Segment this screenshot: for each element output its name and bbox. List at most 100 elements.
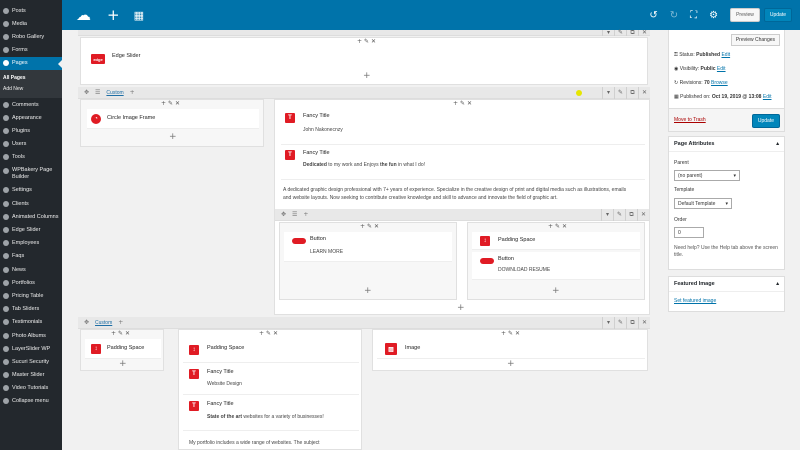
move-to-trash-link[interactable]: Move to Trash <box>674 117 706 123</box>
element-edge-slider[interactable]: edge Edge Slider <box>87 50 641 68</box>
row-delete-icon[interactable]: ✕ <box>638 86 650 99</box>
sidebar-item-collapse-menu[interactable]: Collapse menu <box>0 395 62 408</box>
column-controls[interactable]: +✎✕ <box>161 100 182 107</box>
add-element-plus-icon[interactable]: + <box>364 287 372 296</box>
page-attributes-header[interactable]: Page Attributes ▴ <box>669 137 784 152</box>
sidebar-item-pages[interactable]: Pages <box>0 56 62 70</box>
drag-handle-icon[interactable]: ✥ <box>84 89 89 96</box>
column-controls[interactable]: +✎✕ <box>453 100 474 107</box>
preview-changes-button[interactable]: Preview Changes <box>730 34 780 46</box>
sidebar-item-portfolios[interactable]: Portfolios <box>0 276 62 289</box>
row-delete-icon[interactable]: ✕ <box>638 316 650 329</box>
add-element-plus-icon[interactable]: + <box>507 360 515 369</box>
sidebar-item-layerslider-wp[interactable]: LayerSlider WP <box>0 342 62 355</box>
template-select[interactable]: Default Template ▾ <box>674 198 732 209</box>
sidebar-item-forms[interactable]: Forms <box>0 44 62 57</box>
sidebar-subitem-add-new[interactable]: Add New <box>0 84 62 95</box>
custom-layout-link[interactable]: Custom <box>106 90 123 96</box>
sidebar-item-pricing-table[interactable]: Pricing Table <box>0 289 62 302</box>
custom-layout-link[interactable]: Custom <box>95 320 112 326</box>
add-column-icon[interactable]: + <box>303 211 308 218</box>
element-image[interactable]: ▨ Image <box>377 339 645 359</box>
row-clone-icon[interactable]: ⧉ <box>625 208 637 221</box>
row-clone-icon[interactable]: ⧉ <box>626 29 638 36</box>
element-fancy-title-3[interactable]: T Fancy Title Website Design <box>183 365 359 395</box>
revisions-browse-link[interactable]: Browse <box>711 80 728 86</box>
sidebar-item-faqs[interactable]: Faqs <box>0 250 62 263</box>
sidebar-item-news[interactable]: News <box>0 263 62 276</box>
column-controls[interactable]: +✎✕ <box>357 38 378 45</box>
update-button[interactable]: Update <box>763 8 792 22</box>
add-element-plus-icon[interactable]: + <box>363 72 371 81</box>
layout-icon[interactable]: ☰ <box>292 211 297 218</box>
column-controls[interactable]: +✎✕ <box>111 330 132 337</box>
row-toggle-icon[interactable]: ▾ <box>602 29 614 36</box>
set-featured-image-link[interactable]: Set featured image <box>674 298 716 304</box>
row-clone-icon[interactable]: ⧉ <box>626 316 638 329</box>
column-controls[interactable]: +✎✕ <box>360 223 381 230</box>
text-block-paragraph[interactable]: A dedicated graphic design professional … <box>283 186 629 202</box>
published-edit-link[interactable]: Edit <box>763 94 772 100</box>
sidebar-item-posts[interactable]: Posts <box>0 4 62 17</box>
collapse-arrow-icon[interactable]: ▴ <box>776 141 779 147</box>
element-circle-image-frame[interactable]: ◔ Circle Image Frame <box>87 109 259 129</box>
sidebar-item-users[interactable]: Users <box>0 138 62 151</box>
parent-select[interactable]: (no parent) ▾ <box>674 170 740 181</box>
element-fancy-title-4[interactable]: T Fancy Title State of the art websites … <box>183 397 359 431</box>
templates-icon[interactable]: ▦ <box>134 10 144 21</box>
add-element-icon[interactable]: + <box>107 7 120 23</box>
sidebar-item-comments[interactable]: Comments <box>0 98 62 111</box>
sidebar-item-master-slider[interactable]: Master Slider <box>0 369 62 382</box>
add-element-plus-icon[interactable]: + <box>119 360 127 369</box>
element-fancy-title-2[interactable]: T Fancy Title Dedicated to my work and E… <box>281 146 645 180</box>
redo-icon[interactable]: ↻ <box>670 10 678 21</box>
element-padding-space[interactable]: ↕ Padding Space <box>85 339 161 359</box>
row-toggle-icon[interactable]: ▾ <box>601 208 613 221</box>
row-edit-icon[interactable]: ✎ <box>613 208 625 221</box>
element-fancy-title-1[interactable]: T Fancy Title John Nakonecnzy <box>281 109 645 145</box>
add-element-plus-icon[interactable]: + <box>457 304 465 313</box>
column-controls[interactable]: +✎✕ <box>548 223 569 230</box>
status-edit-link[interactable]: Edit <box>721 52 730 58</box>
sidebar-item-animated-columns[interactable]: Animated Columns <box>0 210 62 223</box>
settings-gear-icon[interactable]: ⚙ <box>709 10 718 21</box>
column-controls[interactable]: +✎✕ <box>259 330 280 337</box>
fullscreen-icon[interactable]: ⛶ <box>690 10 697 21</box>
cloud-logo-icon[interactable]: ☁ <box>76 7 91 23</box>
sidebar-item-robo-gallery[interactable]: Robo Gallery <box>0 30 62 43</box>
row-toggle-icon[interactable]: ▾ <box>602 86 614 99</box>
sidebar-item-tab-sliders[interactable]: Tab Sliders <box>0 303 62 316</box>
sidebar-item-tools[interactable]: Tools <box>0 151 62 164</box>
row-delete-icon[interactable]: ✕ <box>637 208 649 221</box>
update-button-meta[interactable]: Update <box>751 114 780 128</box>
layout-icon[interactable]: ☰ <box>95 89 100 96</box>
column-controls[interactable]: +✎✕ <box>501 330 522 337</box>
sidebar-item-plugins[interactable]: Plugins <box>0 124 62 137</box>
row-delete-icon[interactable]: ✕ <box>638 29 650 36</box>
collapse-arrow-icon[interactable]: ▴ <box>776 281 779 287</box>
sidebar-item-media[interactable]: Media <box>0 17 62 30</box>
add-column-icon[interactable]: + <box>118 319 123 326</box>
element-padding-space[interactable]: ↕ Padding Space <box>472 232 640 250</box>
sidebar-item-wpbakery[interactable]: WPBakery Page Builder <box>0 164 62 184</box>
visibility-edit-link[interactable]: Edit <box>717 66 726 72</box>
add-column-icon[interactable]: + <box>130 89 135 96</box>
featured-image-header[interactable]: Featured Image ▴ <box>669 277 784 292</box>
add-element-plus-icon[interactable]: + <box>552 287 560 296</box>
undo-icon[interactable]: ↺ <box>649 10 657 21</box>
sidebar-item-photo-albums[interactable]: Photo Albums <box>0 329 62 342</box>
row-toggle-icon[interactable]: ▾ <box>602 316 614 329</box>
sidebar-item-settings[interactable]: Settings <box>0 184 62 197</box>
text-block-portfolio[interactable]: My portfolio includes a wide range of we… <box>189 440 357 446</box>
drag-handle-icon[interactable]: ✥ <box>84 319 89 326</box>
element-button-learn-more[interactable]: Button LEARN MORE <box>284 232 452 262</box>
add-element-plus-icon[interactable]: + <box>169 133 177 142</box>
sidebar-subitem-all-pages[interactable]: All Pages <box>0 73 62 84</box>
row-edit-icon[interactable]: ✎ <box>614 29 626 36</box>
element-padding-space[interactable]: ↕ Padding Space <box>183 339 359 363</box>
row-clone-icon[interactable]: ⧉ <box>626 86 638 99</box>
sidebar-item-testimonials[interactable]: Testimonials <box>0 316 62 329</box>
sidebar-item-appearance[interactable]: Appearance <box>0 111 62 124</box>
sidebar-item-employees[interactable]: Employees <box>0 237 62 250</box>
sidebar-item-sucuri-security[interactable]: Sucuri Security <box>0 355 62 368</box>
